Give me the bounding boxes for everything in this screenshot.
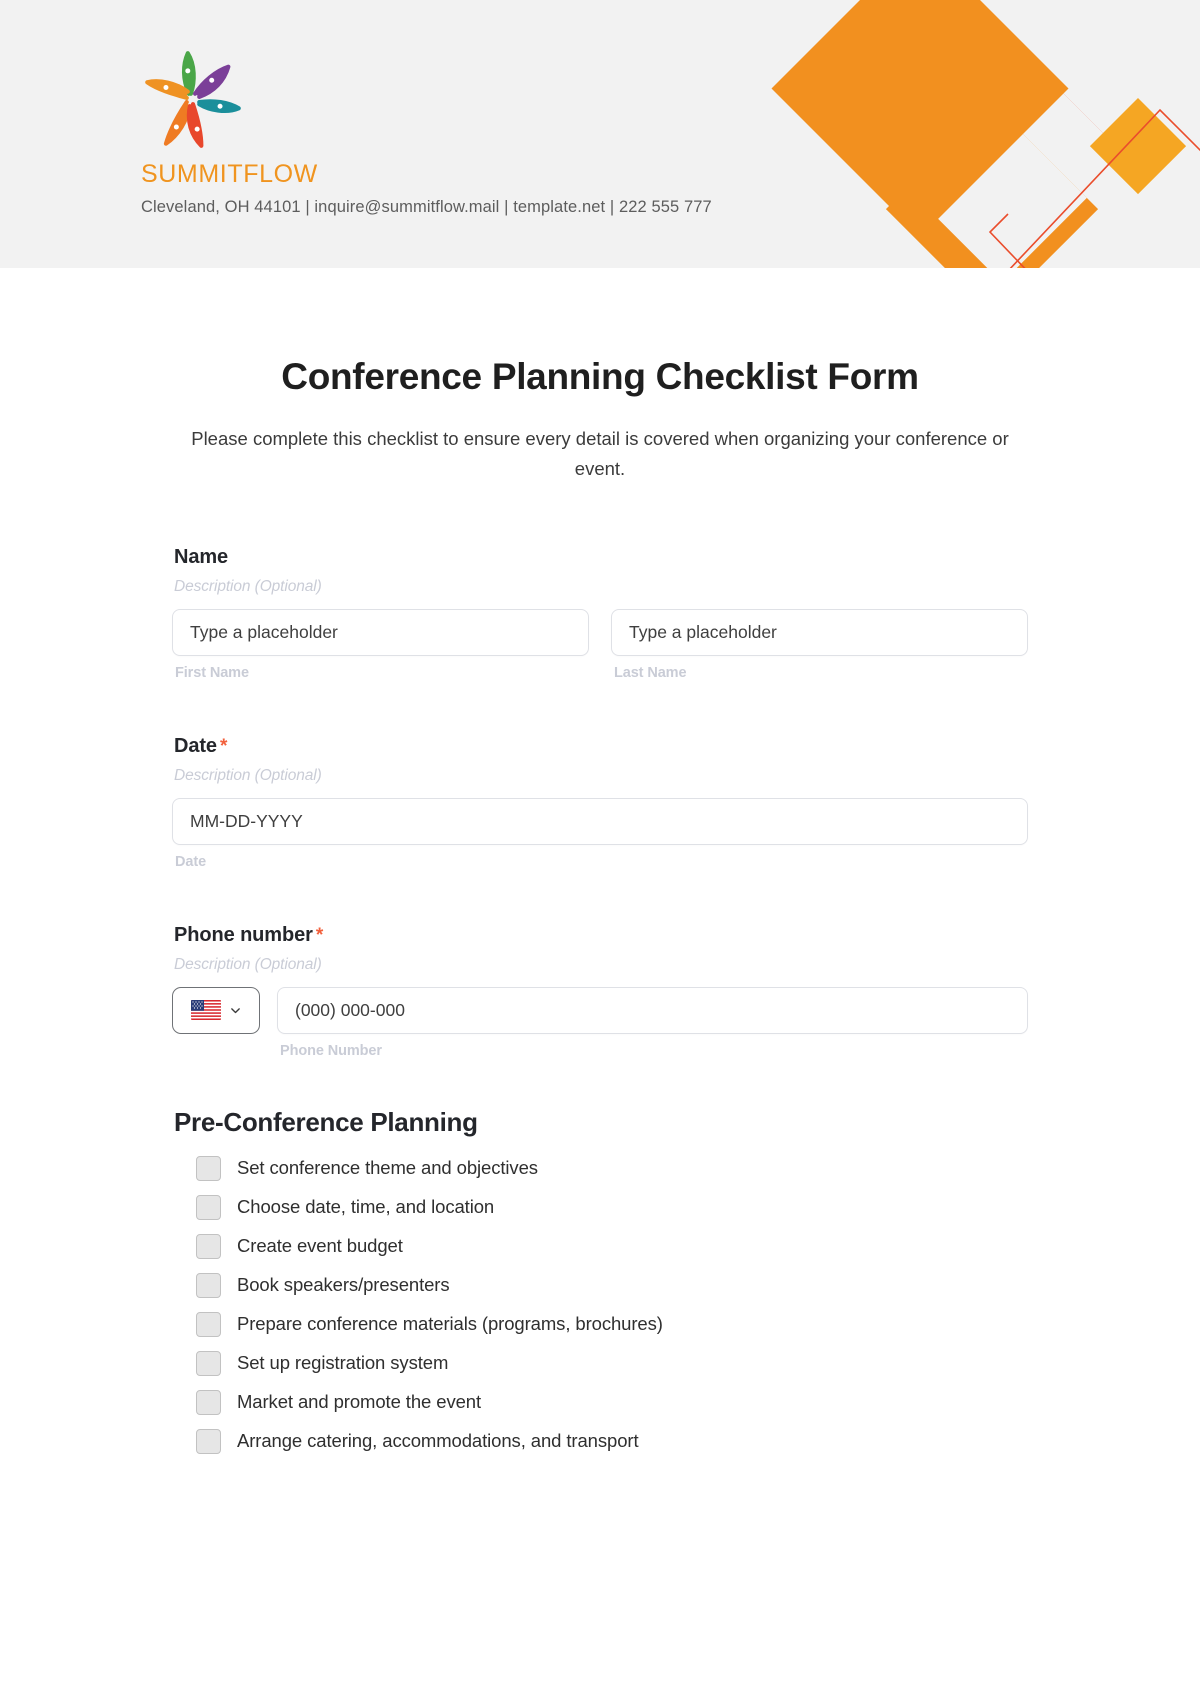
list-item[interactable]: Choose date, time, and location <box>172 1194 1028 1220</box>
field-description-phone: Description (Optional) <box>174 955 322 973</box>
page-subtitle: Please complete this checklist to ensure… <box>191 428 1009 479</box>
checkbox-icon[interactable] <box>196 1350 221 1376</box>
phone-number-input[interactable] <box>277 986 1028 1034</box>
last-name-sublabel: Last Name <box>614 664 687 681</box>
list-item[interactable]: Book speakers/presenters <box>172 1272 1028 1298</box>
pre-conference-planning-section: Pre-Conference Planning Set conference t… <box>172 1107 1028 1454</box>
first-name-input[interactable] <box>172 608 589 656</box>
phone-input-row: Phone Number <box>172 986 1028 1059</box>
form-body: Name Description (Optional) First Name L… <box>172 484 1028 1454</box>
field-date: Date* Description (Optional) Date <box>172 735 1028 870</box>
checklist-item-label: Prepare conference materials (programs, … <box>237 1313 663 1335</box>
checkbox-icon[interactable] <box>196 1311 221 1337</box>
field-label-phone-number: Phone number * <box>174 924 1028 947</box>
field-description-date: Description (Optional) <box>174 766 322 784</box>
field-label-text: Name <box>174 545 229 568</box>
list-item[interactable]: Set conference theme and objectives <box>172 1155 1028 1181</box>
first-name-group: First Name <box>172 608 589 681</box>
page-header: SUMMITFLOW Cleveland, OH 44101 | inquire… <box>0 0 1200 268</box>
form-page: Conference Planning Checklist Form Pleas… <box>0 268 1200 1454</box>
first-name-sublabel: First Name <box>175 664 249 681</box>
field-label-text: Date <box>174 734 217 757</box>
page-title: Conference Planning Checklist Form <box>281 356 919 397</box>
name-input-row: First Name Last Name <box>172 608 1028 681</box>
brand-contact-line: Cleveland, OH 44101 | inquire@summitflow… <box>141 198 712 216</box>
checklist-item-label: Create event budget <box>237 1235 403 1257</box>
checklist-item-label: Market and promote the event <box>237 1391 482 1413</box>
last-name-input[interactable] <box>611 608 1028 656</box>
date-input-group: Date <box>172 797 1028 870</box>
list-item[interactable]: Set up registration system <box>172 1350 1028 1376</box>
checkbox-icon[interactable] <box>196 1272 221 1298</box>
field-label-name: Name <box>174 546 1028 569</box>
checklist: Set conference theme and objectives Choos… <box>172 1155 1028 1454</box>
chevron-down-icon <box>231 1008 240 1014</box>
checkbox-icon[interactable] <box>196 1194 221 1220</box>
field-phone-number: Phone number * Description (Optional) (0… <box>172 924 1028 1059</box>
checkbox-icon[interactable] <box>196 1155 221 1181</box>
required-asterisk: * <box>315 924 324 946</box>
checklist-item-label: Choose date, time, and location <box>237 1196 495 1218</box>
field-label-text: Phone number <box>174 923 313 946</box>
list-item[interactable]: Arrange catering, accommodations, and tr… <box>172 1428 1028 1454</box>
phone-number-group: Phone Number <box>277 986 1028 1059</box>
required-asterisk: * <box>219 735 228 757</box>
brand-block: SUMMITFLOW Cleveland, OH 44101 | inquire… <box>141 48 841 217</box>
date-sublabel: Date <box>175 853 207 870</box>
checkbox-icon[interactable] <box>196 1428 221 1454</box>
date-input[interactable] <box>172 797 1028 845</box>
summitflow-logo-icon <box>145 51 241 148</box>
list-item[interactable]: Market and promote the event <box>172 1389 1028 1415</box>
list-item[interactable]: Create event budget <box>172 1233 1028 1259</box>
checkbox-icon[interactable] <box>196 1389 221 1415</box>
us-flag-icon <box>191 1000 221 1021</box>
checklist-item-label: Set conference theme and objectives <box>237 1157 538 1179</box>
checklist-item-label: Set up registration system <box>237 1352 449 1374</box>
brand-name: SUMMITFLOW <box>141 160 318 188</box>
field-name: Name Description (Optional) First Name L… <box>172 546 1028 681</box>
section-title-pre-conference-planning: Pre-Conference Planning <box>174 1106 478 1137</box>
last-name-group: Last Name <box>611 608 1028 681</box>
checklist-item-label: Book speakers/presenters <box>237 1274 450 1296</box>
country-code-select[interactable] <box>172 986 260 1034</box>
checkbox-icon[interactable] <box>196 1233 221 1259</box>
checklist-item-label: Arrange catering, accommodations, and tr… <box>237 1430 639 1452</box>
list-item[interactable]: Prepare conference materials (programs, … <box>172 1311 1028 1337</box>
field-description-name: Description (Optional) <box>174 577 322 595</box>
field-label-date: Date * <box>174 735 1028 758</box>
phone-number-sublabel: Phone Number <box>280 1042 382 1059</box>
